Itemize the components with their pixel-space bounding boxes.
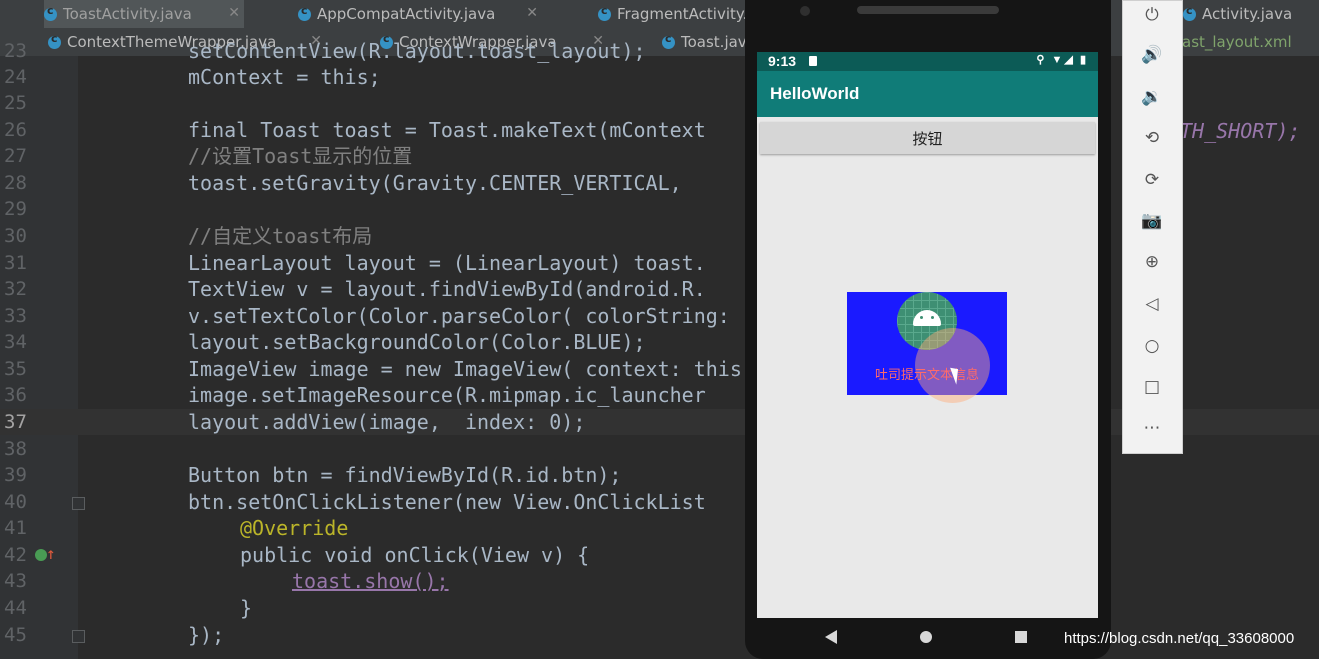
line-number: 38 <box>4 438 27 460</box>
code-line: 40 btn.setOnClickListener(new View.OnCli… <box>0 489 1319 515</box>
sdcard-icon <box>809 56 817 66</box>
code-text: setContentView(R.layout.toast_layout); <box>188 39 646 63</box>
earpiece-speaker <box>857 6 999 14</box>
line-number: 36 <box>4 384 27 406</box>
tab-fragment-activity[interactable]: FragmentActivity. <box>598 0 748 28</box>
code-line: 44 } <box>0 595 1319 621</box>
android-icon <box>913 310 941 326</box>
tab-activity[interactable]: Activity.java <box>1183 0 1319 28</box>
toast-message: 吐司提示文本信息 <box>874 368 979 383</box>
line-number: 23 <box>4 40 27 62</box>
line-number: 45 <box>4 624 27 646</box>
code-text: Button btn = findViewById(R.id.btn); <box>188 463 622 487</box>
camera-icon[interactable]: 📷 <box>1141 211 1162 231</box>
volume-up-icon[interactable]: 🔊 <box>1141 45 1162 65</box>
code-text: } <box>240 596 253 620</box>
tab-label: AppCompatActivity.java <box>317 5 496 23</box>
show-toast-button[interactable]: 按钮 <box>760 122 1095 154</box>
code-text: mContext = this; <box>188 65 381 89</box>
line-number: 34 <box>4 331 27 353</box>
code-line: 43 toast.show(); <box>0 568 1319 594</box>
code-text: }); <box>188 623 225 647</box>
code-text: toast.setGravity(Gravity.CENTER_VERTICAL… <box>188 171 682 195</box>
line-number: 40 <box>4 491 27 513</box>
status-bar: 9:13 ⚲ ▼◢ ▮ <box>757 52 1098 71</box>
line-number: 44 <box>4 597 27 619</box>
emulator-toolbar: ⏻ 🔊 🔉 ⟲ ⟳ 📷 ⊕ ◁ ○ □ ⋯ <box>1122 0 1183 454</box>
line-number: 29 <box>4 198 27 220</box>
line-number: 26 <box>4 119 27 141</box>
line-number: 33 <box>4 305 27 327</box>
code-text: ImageView image = new ImageView( context… <box>188 357 742 381</box>
fold-marker-icon[interactable] <box>72 630 85 643</box>
zoom-icon[interactable]: ⊕ <box>1142 252 1162 272</box>
android-emulator: 9:13 ⚲ ▼◢ ▮ HelloWorld 按钮 吐司提示文本信息 <box>745 0 1111 659</box>
java-class-icon <box>1183 4 1196 21</box>
more-icon[interactable]: ⋯ <box>1142 418 1162 438</box>
tab-label: ToastActivity.java <box>63 5 192 23</box>
code-text: layout.addView(image, index: 0); <box>188 410 586 434</box>
line-number: 32 <box>4 278 27 300</box>
line-number: 25 <box>4 92 27 114</box>
line-number: 27 <box>4 145 27 167</box>
line-number: 43 <box>4 570 27 592</box>
overview-icon[interactable] <box>1015 631 1027 643</box>
line-number: 41 <box>4 517 27 539</box>
code-line: 41 @Override <box>0 515 1319 541</box>
line-number: 30 <box>4 225 27 247</box>
device-screen[interactable]: 9:13 ⚲ ▼◢ ▮ HelloWorld 按钮 吐司提示文本信息 <box>757 52 1098 618</box>
tab-label: Activity.java <box>1202 5 1293 23</box>
back-icon[interactable]: ◁ <box>1142 294 1162 314</box>
status-icons: ⚲ ▼◢ ▮ <box>1036 54 1088 66</box>
code-text: v.setTextColor(Color.parseColor( colorSt… <box>188 304 754 328</box>
fold-marker-icon[interactable] <box>72 497 85 510</box>
app-title: HelloWorld <box>770 84 860 103</box>
line-number: 42 <box>4 544 27 566</box>
java-class-icon <box>44 4 57 21</box>
overview-icon[interactable]: □ <box>1142 377 1162 397</box>
code-line: 42 ↑ public void onClick(View v) { <box>0 542 1319 568</box>
java-class-icon <box>598 4 611 21</box>
code-text: image.setImageResource(R.mipmap.ic_launc… <box>188 383 706 407</box>
code-text: final Toast toast = Toast.makeText(mCont… <box>188 118 706 142</box>
code-text: TextView v = layout.findViewById(android… <box>188 277 706 301</box>
close-icon[interactable]: ✕ <box>228 5 240 21</box>
code-text: toast.show(); <box>292 569 449 593</box>
line-number: 35 <box>4 358 27 380</box>
code-overflow-text: TH_SHORT); <box>1180 119 1301 143</box>
code-line: 39 Button btn = findViewById(R.id.btn); <box>0 462 1319 488</box>
line-number: 28 <box>4 172 27 194</box>
back-icon[interactable] <box>825 630 837 644</box>
home-icon[interactable]: ○ <box>1142 336 1162 356</box>
line-number: 24 <box>4 66 27 88</box>
status-time: 9:13 <box>768 53 797 69</box>
custom-toast: 吐司提示文本信息 <box>847 292 1007 403</box>
line-number: 31 <box>4 252 27 274</box>
line-number: 39 <box>4 464 27 486</box>
up-arrow-icon: ↑ <box>46 544 56 563</box>
code-text: public void onClick(View v) { <box>240 543 590 567</box>
navigation-bar <box>757 618 1098 659</box>
power-icon[interactable]: ⏻ <box>1142 5 1162 25</box>
tab-toast-activity[interactable]: ToastActivity.java ✕ <box>44 0 244 28</box>
code-comment: //自定义toast布局 <box>188 224 373 248</box>
java-class-icon <box>298 4 311 21</box>
home-icon[interactable] <box>920 631 932 643</box>
code-comment: //设置Toast显示的位置 <box>188 144 413 168</box>
code-text: LinearLayout layout = (LinearLayout) toa… <box>188 251 706 275</box>
code-annotation: @Override <box>240 516 349 540</box>
app-bar: HelloWorld <box>757 71 1098 117</box>
close-icon[interactable]: ✕ <box>526 5 538 21</box>
line-number: 37 <box>4 411 27 433</box>
rotate-right-icon[interactable]: ⟳ <box>1142 170 1162 190</box>
rotate-left-icon[interactable]: ⟲ <box>1142 128 1162 148</box>
tab-appcompat-activity[interactable]: AppCompatActivity.java ✕ <box>298 0 548 28</box>
code-text: layout.setBackgroundColor(Color.BLUE); <box>188 330 646 354</box>
tab-label: FragmentActivity. <box>617 5 748 23</box>
code-text: btn.setOnClickListener(new View.OnClickL… <box>188 490 706 514</box>
watermark-url: https://blog.csdn.net/qq_33608000 <box>1064 630 1295 647</box>
front-camera <box>800 6 810 16</box>
volume-down-icon[interactable]: 🔉 <box>1141 87 1162 107</box>
